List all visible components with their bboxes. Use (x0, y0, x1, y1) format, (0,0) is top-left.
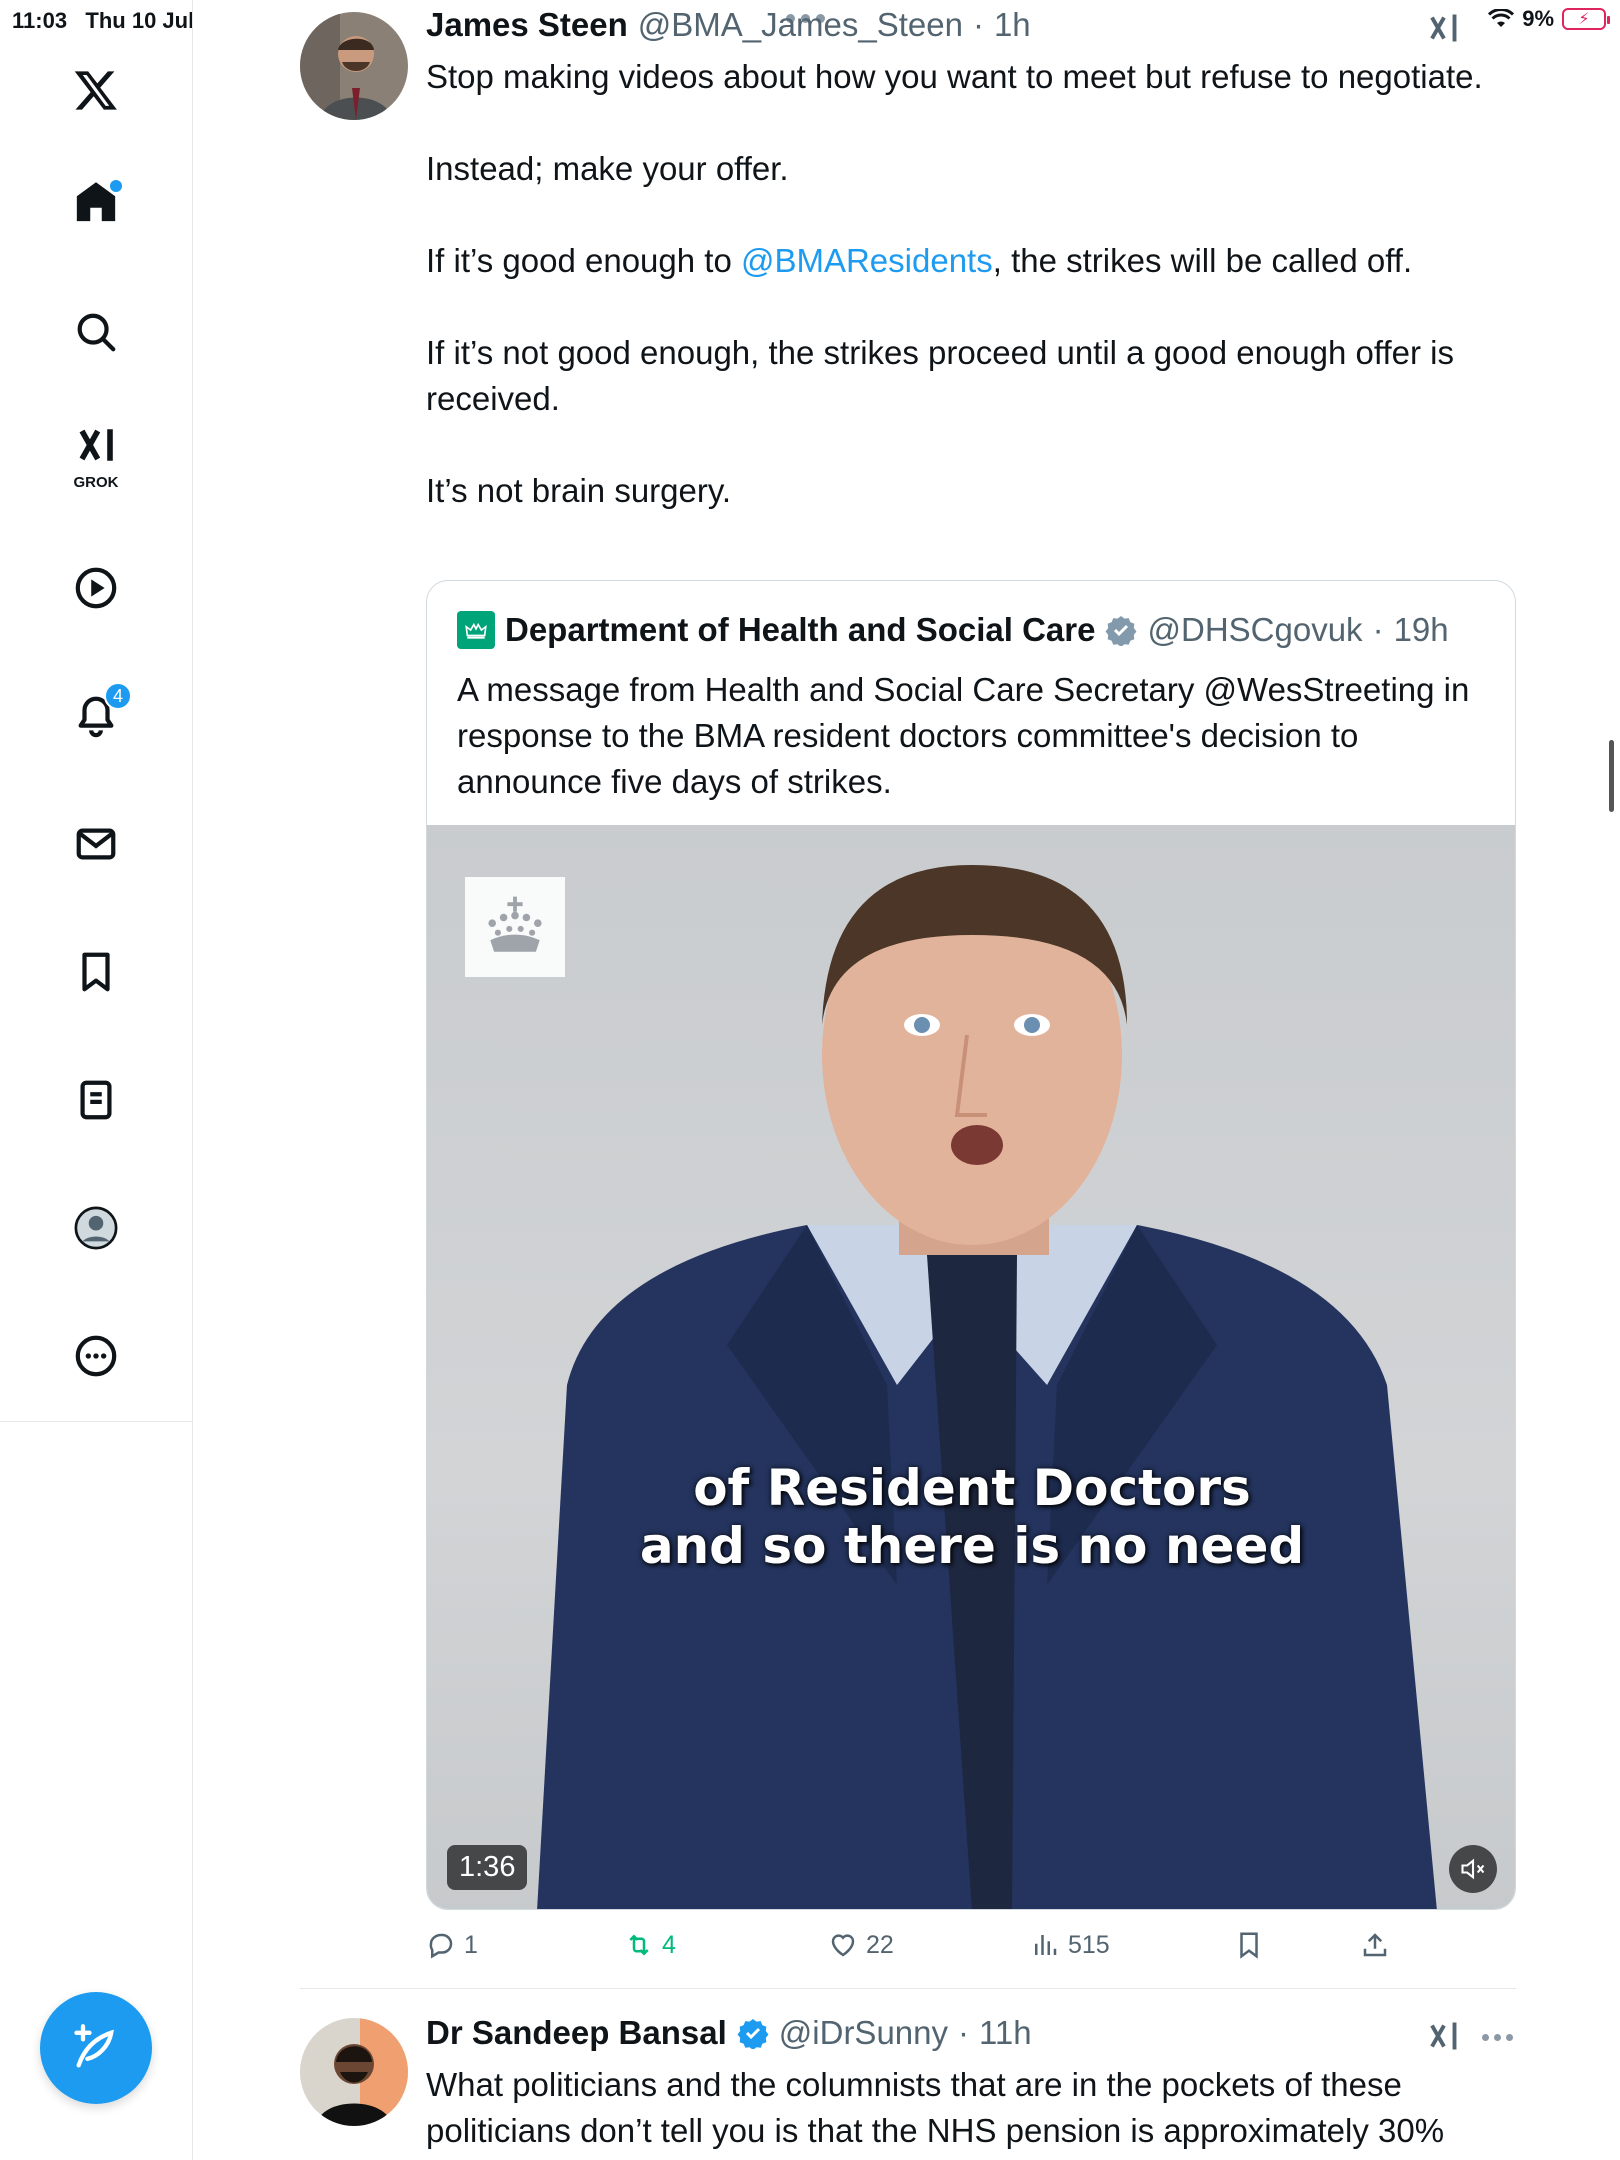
tweet-time[interactable]: 11h (979, 2014, 1032, 2052)
speaker-muted-icon (1461, 1858, 1485, 1880)
repost-count: 4 (662, 1930, 676, 1959)
like-button[interactable]: 22 (828, 1930, 894, 1960)
compose-post-button[interactable] (40, 1992, 152, 2104)
tweet-paragraph: Stop making videos about how you want to… (426, 58, 1483, 95)
video-caption-line: of Resident Doctors (693, 1459, 1251, 1517)
quote-header: Department of Health and Social Care @DH… (457, 611, 1449, 649)
gov-crown-logo-icon (457, 611, 495, 649)
grok-label: GROK (73, 474, 119, 491)
reply-icon (429, 1933, 453, 1959)
reply-button[interactable]: 1 (426, 1930, 478, 1960)
sidebar: GROK 4 (0, 0, 193, 1422)
author-handle[interactable]: @BMA_James_Steen (638, 6, 963, 44)
notifications-badge: 4 (104, 682, 132, 710)
mention-link[interactable]: @BMAResidents (741, 242, 993, 279)
author-avatar[interactable] (300, 12, 408, 120)
repost-button[interactable]: 4 (624, 1930, 676, 1960)
quoted-tweet[interactable]: Department of Health and Social Care @DH… (426, 580, 1516, 1910)
notifications-bell-icon[interactable]: 4 (60, 680, 132, 752)
like-count: 22 (866, 1930, 894, 1959)
bookmark-icon[interactable] (60, 936, 132, 1008)
reply-count: 1 (464, 1930, 478, 1959)
share-icon (1363, 1933, 1387, 1957)
video-speaker-image (537, 865, 1437, 1909)
grok-analyze-icon[interactable] (1426, 2018, 1462, 2054)
tweet-text-span: If it’s good enough to (426, 242, 741, 279)
tweet-body: Stop making videos about how you want to… (426, 54, 1516, 560)
bookmark-button[interactable] (1234, 1930, 1264, 1960)
video-caption-line: and so there is no need (639, 1517, 1305, 1575)
author-name[interactable]: Dr Sandeep Bansal (426, 2014, 727, 2052)
more-options-icon[interactable] (60, 1320, 132, 1392)
tweet-paragraph: If it’s not good enough, the strikes pro… (426, 334, 1454, 417)
video-duration: 1:36 (447, 1845, 528, 1890)
author-name[interactable]: James Steen (426, 6, 628, 44)
tweet-text-span: , the strikes will be called off. (992, 242, 1413, 279)
author-handle[interactable]: @iDrSunny (779, 2014, 948, 2052)
quote-time: 19h (1393, 611, 1449, 648)
tweet-body: What politicians and the columnists that… (426, 2066, 1445, 2149)
messages-envelope-icon[interactable] (60, 808, 132, 880)
grok-icon[interactable]: GROK (60, 416, 132, 491)
tweet-actions: 1 4 22 515 (426, 1930, 1426, 1970)
tweet-time[interactable]: 1h (994, 6, 1031, 44)
tweet-paragraph: If it’s good enough to @BMAResidents, th… (426, 238, 1516, 284)
view-count: 515 (1068, 1930, 1110, 1959)
x-logo-icon[interactable] (60, 54, 132, 126)
author-avatar[interactable] (300, 2018, 408, 2126)
quote-author-handle[interactable]: @DHSCgovuk (1147, 611, 1362, 649)
views-chart-icon (1035, 1935, 1057, 1955)
compose-feather-icon (74, 2024, 114, 2068)
home-icon[interactable] (60, 166, 132, 238)
sidebar-border (192, 1422, 193, 2160)
bookmark-icon (1240, 1932, 1258, 1959)
share-button[interactable] (1360, 1930, 1390, 1960)
video-play-icon[interactable] (60, 552, 132, 624)
quote-author-name[interactable]: Department of Health and Social Care (505, 611, 1095, 649)
more-menu-icon[interactable] (1482, 2034, 1513, 2041)
views-button[interactable]: 515 (1030, 1930, 1110, 1960)
mute-toggle-button[interactable] (1449, 1845, 1497, 1893)
verified-badge-icon (1106, 616, 1137, 646)
repost-icon (629, 1934, 649, 1956)
wifi-icon (1488, 9, 1515, 27)
verified-badge-icon (737, 2019, 769, 2049)
status-right: 9% ⚡ (1488, 6, 1610, 32)
scrollbar[interactable] (1609, 740, 1614, 812)
video-player[interactable]: of Resident Doctors and so there is no n… (427, 825, 1515, 1909)
battery-icon: ⚡ (1562, 8, 1610, 30)
quote-text: A message from Health and Social Care Se… (457, 671, 1470, 800)
lists-icon[interactable] (60, 1064, 132, 1136)
home-new-dot (110, 180, 122, 192)
heart-icon (831, 1934, 855, 1957)
tweet-divider (300, 1988, 1516, 1989)
tweet-header: James Steen @BMA_James_Steen · 1h (426, 6, 1031, 44)
profile-avatar-icon[interactable] (60, 1192, 132, 1264)
grok-analyze-icon[interactable] (1426, 10, 1462, 46)
search-icon[interactable] (60, 296, 132, 368)
tweet-paragraph: Instead; make your offer. (426, 150, 789, 187)
tweet-header: Dr Sandeep Bansal @iDrSunny · 11h (426, 2014, 1032, 2052)
tweet-paragraph: It’s not brain surgery. (426, 472, 732, 509)
battery-percent: 9% (1522, 6, 1554, 31)
